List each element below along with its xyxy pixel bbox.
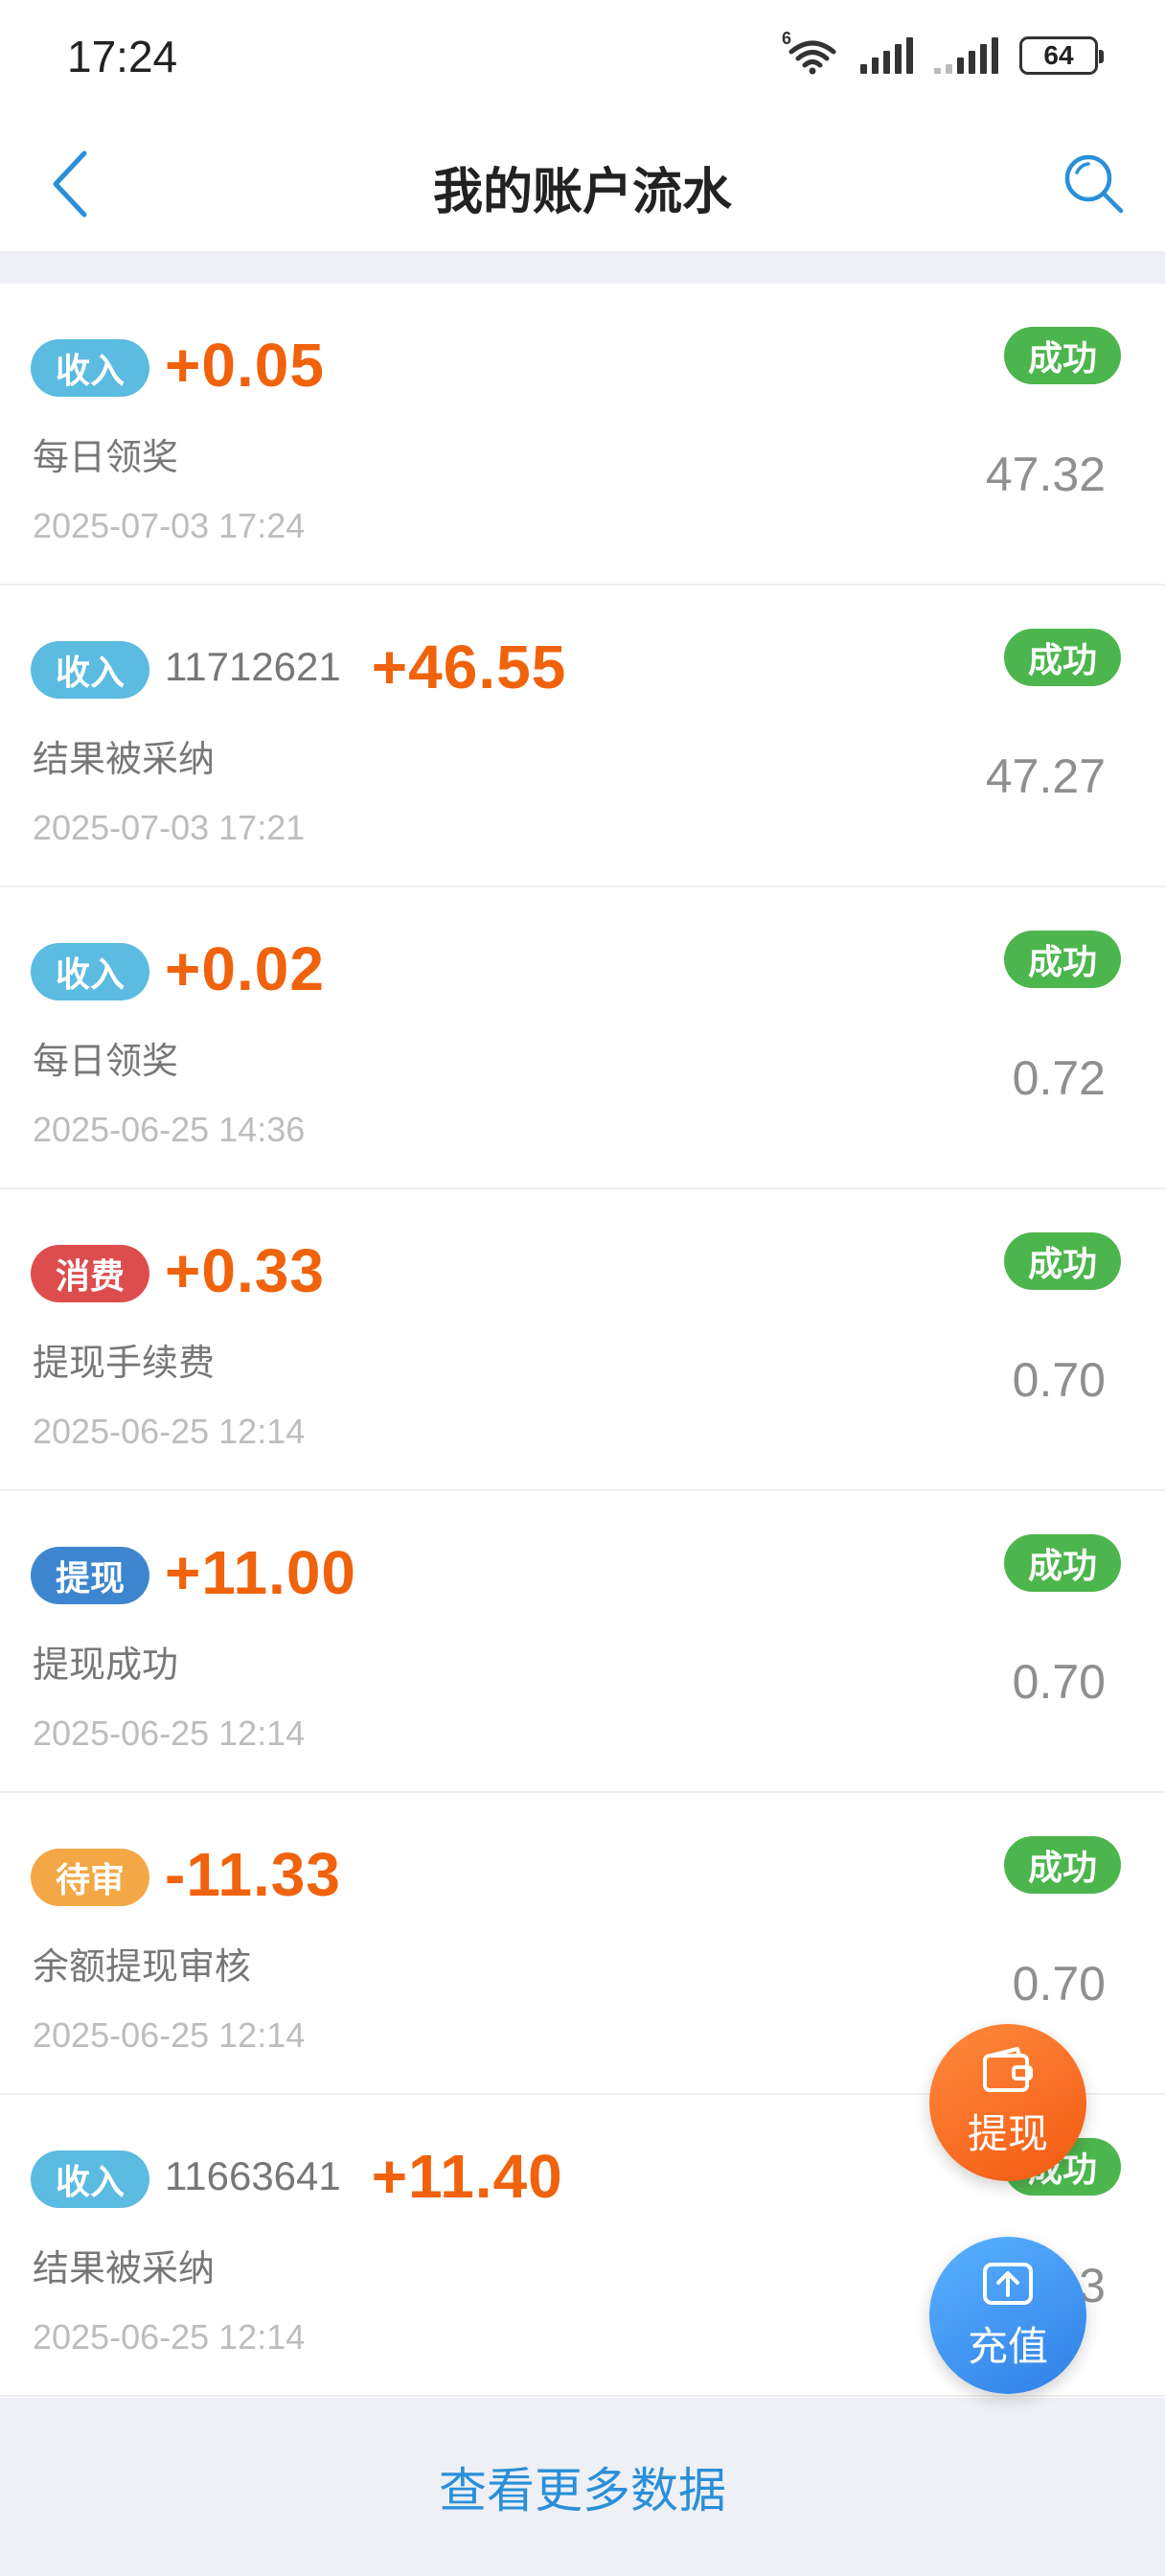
status-badge: 成功 [1004,327,1121,384]
status-badge: 成功 [1004,1232,1121,1290]
nav-bar: 我的账户流水 [0,115,1165,251]
balance: 0.70 [1012,1655,1106,1709]
date: 2025-06-25 14:36 [33,1110,306,1149]
description: 余额提现审核 [33,1947,252,1988]
description: 结果被采纳 [33,2249,216,2289]
row-header: +11.00 [165,1530,356,1616]
date: 2025-06-25 12:14 [33,2317,306,2357]
search-button[interactable] [1058,148,1131,220]
description: 结果被采纳 [33,740,216,780]
transaction-row[interactable]: 提现 +11.00 提现成功 2025-06-25 12:14 成功 0.70 [0,1491,1165,1793]
type-tag: 收入 [31,2150,149,2208]
recharge-label: 充值 [967,2323,1048,2369]
wifi-label: 6 [782,29,792,48]
balance: 0.72 [1012,1051,1106,1105]
row-header: +0.02 [165,926,325,1012]
amount: +11.00 [165,1538,356,1607]
transaction-row[interactable]: 消费 +0.33 提现手续费 2025-06-25 12:14 成功 0.70 [0,1189,1165,1491]
amount: +0.05 [165,331,325,400]
type-tag: 消费 [31,1245,149,1302]
load-more-button[interactable]: 查看更多数据 [0,2398,1165,2576]
balance: 47.27 [985,749,1106,803]
battery-level: 64 [1043,40,1074,70]
wifi-icon: 6 [782,29,839,75]
type-tag: 收入 [31,943,149,1000]
row-header: 11663641 +11.40 [165,2133,563,2220]
row-header: 11712621 +46.55 [165,624,566,710]
balance: 0.70 [1012,1957,1106,2011]
date: 2025-06-25 12:14 [33,2015,306,2055]
type-tag: 收入 [31,339,149,397]
status-icons: 6 64 [782,29,1104,77]
order-number: 11712621 [165,644,341,689]
status-badge: 成功 [1004,629,1121,686]
transaction-row[interactable]: 收入 +0.05 每日领奖 2025-07-03 17:24 成功 47.32 [0,284,1165,586]
wallet-icon [983,2046,1033,2092]
row-header: +0.05 [165,322,325,408]
description: 提现手续费 [33,1344,216,1384]
order-number: 11663641 [165,2153,341,2198]
status-badge: 成功 [1004,1836,1121,1894]
type-tag: 提现 [31,1547,149,1604]
date: 2025-06-25 12:14 [33,1714,306,1753]
type-tag: 收入 [31,641,149,699]
row-header: +0.33 [165,1228,325,1314]
type-tag: 待审 [31,1849,149,1906]
withdraw-fab-button[interactable]: 提现 [929,2024,1086,2181]
transaction-row[interactable]: 收入 11712621 +46.55 结果被采纳 2025-07-03 17:2… [0,586,1165,887]
status-bar: 17:24 6 64 [0,0,1165,115]
status-time: 17:24 [67,32,178,81]
search-icon [1064,154,1124,214]
page-title: 我的账户流水 [432,165,732,220]
amount: +46.55 [371,632,567,702]
withdraw-label: 提现 [967,2110,1048,2156]
description: 每日领奖 [33,1042,179,1082]
recharge-fab-button[interactable]: 充值 [929,2237,1086,2394]
balance: 47.32 [985,448,1106,501]
amount: +0.33 [165,1236,325,1305]
status-badge: 成功 [1004,931,1121,988]
description: 每日领奖 [33,438,179,478]
date: 2025-06-25 12:14 [33,1412,306,1451]
date: 2025-07-03 17:21 [33,808,306,847]
transaction-row[interactable]: 收入 +0.02 每日领奖 2025-06-25 14:36 成功 0.72 [0,887,1165,1189]
amount: +11.40 [371,2142,563,2211]
balance: 0.70 [1012,1353,1106,1407]
row-header: -11.33 [165,1831,341,1918]
upload-icon [983,2262,1033,2305]
date: 2025-07-03 17:24 [33,506,306,545]
amount: +0.02 [165,934,325,1003]
signal-icon [860,37,913,74]
signal-icon-2 [934,37,998,74]
description: 提现成功 [33,1645,179,1686]
battery-icon: 64 [1019,36,1104,75]
status-badge: 成功 [1004,1534,1121,1592]
amount: -11.33 [165,1840,341,1909]
